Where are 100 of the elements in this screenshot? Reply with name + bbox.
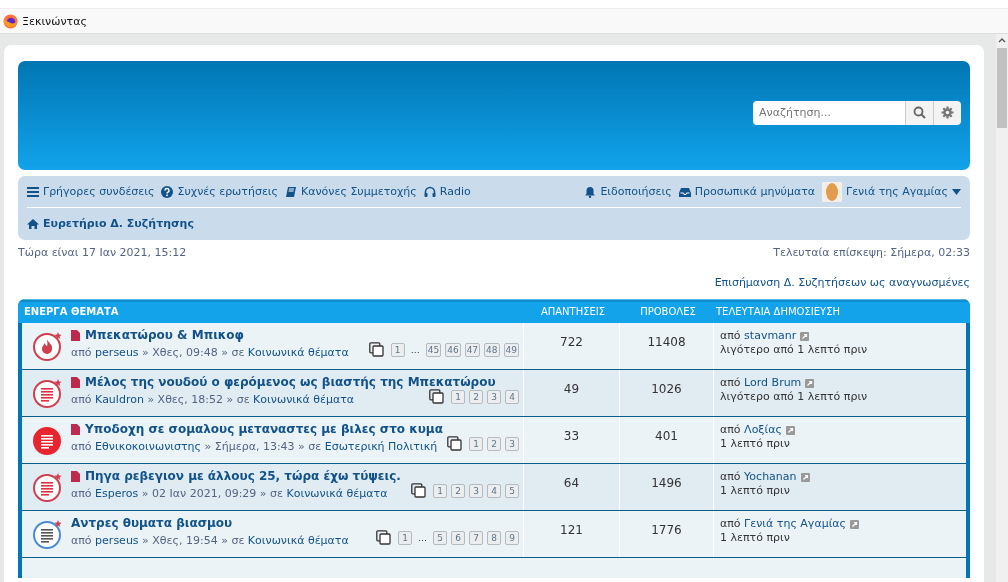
user-link[interactable]: Γενιά της Αγαμίας [744,517,847,530]
page-link[interactable]: 1 [390,342,405,357]
user-link[interactable]: Λοξίας [744,423,782,436]
user-menu[interactable]: Γενιά της Αγαμίας [822,181,961,202]
pages-icon [429,389,444,404]
page-link[interactable]: 6 [451,530,465,545]
page-link[interactable]: 5 [433,530,447,545]
settings-button[interactable] [933,100,961,125]
headphones-icon [423,185,436,198]
page-link[interactable]: 1 [451,389,465,404]
page-link[interactable]: 49 [503,342,519,357]
column-header: ΑΠΑΝΤΗΣΕΙΣ [539,305,607,317]
page-link[interactable]: 3 [469,483,483,498]
new-post-icon[interactable] [71,376,80,388]
topic-icon [32,471,64,503]
nav-link[interactable]: Προσωπικά μηνύματα [678,185,816,198]
page-link[interactable]: 2 [469,389,483,404]
search-field[interactable]: Αναζήτηση... [753,100,905,125]
meta-link[interactable]: Εθνικοκοινωνιστης [95,440,202,453]
goto-post-icon[interactable] [785,425,795,435]
pagination-ellipsis: … [409,344,421,355]
last-post-time: λιγότερο από 1 λεπτό πριν [720,390,868,403]
caret-icon [952,188,961,195]
replies-cell: 49 [524,370,620,416]
goto-post-icon[interactable] [850,519,860,529]
topic-title-link[interactable]: Υποδοχη σε σομαλους μεταναστες με βιλες στο κυμα [85,422,443,436]
page-link[interactable]: 4 [505,389,519,404]
nav-link[interactable]: Ειδοποιήσεις [584,185,672,198]
meta-link[interactable]: Κοινωνικά θέματα [286,487,388,500]
new-post-icon[interactable] [71,470,80,482]
page-link[interactable]: 46 [445,342,461,357]
topic-icon [32,518,64,550]
nav-link[interactable]: Γρήγορες συνδέσεις [27,185,155,198]
column-header: ΤΕΛΕΥΤΑΙΑ ΔΗΜΟΣΙΕΥΣΗ [715,305,841,317]
page-link[interactable]: 5 [505,483,519,498]
page-link[interactable]: 7 [469,530,483,545]
page-link[interactable]: 3 [505,436,519,451]
last-post-time: 1 λεπτό πριν [720,484,790,497]
settings-icon [941,106,954,119]
meta-link[interactable]: Εσωτερική Πολιτική [324,440,438,453]
pages-icon [411,483,426,498]
nav-link[interactable]: Κανόνες Συμμετοχής [285,185,417,198]
page-link[interactable]: 47 [464,342,481,357]
topic-meta: από Εθνικοκοινωνιστης » Σήμερα, 13:43 » σε Εσωτερική Πολιτική [71,440,438,453]
search-button[interactable] [905,100,933,125]
topic-title-link[interactable]: Μέλος της νουδού ο φερόμενος ως βιαστής της Μπεκατώρου [85,375,496,389]
last-post-time: 1 λεπτό πριν [720,437,790,450]
page-link[interactable]: 45 [425,342,442,357]
page-link[interactable]: 1 [469,436,483,451]
goto-post-icon[interactable] [800,331,810,341]
inbox-icon [678,185,691,198]
meta-link[interactable]: Κοινωνικά θέματα [247,346,349,359]
meta-link[interactable]: Κοινωνικά θέματα [247,534,349,547]
meta-link[interactable]: Κοινωνικά θέματα [253,393,355,406]
page-link[interactable]: 2 [451,483,465,498]
replies-cell: 722 [524,323,620,369]
page-link[interactable]: 3 [487,389,501,404]
replies-cell: 121 [524,511,620,557]
topic-title-link[interactable]: Πηγα ρεβεγιον με άλλους 25, τώρα έχω τύψεις. [85,469,401,483]
mark-read-link[interactable]: Επισήμανση Δ. Συζητήσεων ως αναγνωσμένες [714,276,970,289]
topic-icon [32,424,64,456]
last-post-author: από Yochanan [720,470,797,484]
last-post-time: 1 λεπτό πριν [720,531,790,544]
column-header: ΕΝΕΡΓΑ ΘΕΜΑΤΑ [23,305,120,317]
current-time: Τώρα είναι 17 Ιαν 2021, 15:12 [18,246,187,259]
topic-title-link[interactable]: Μπεκατώρου & Μπικοφ [85,328,244,342]
meta-link[interactable]: Kauldron [95,393,144,406]
page-link[interactable]: 1 [433,483,447,498]
meta-link[interactable]: Esperos [95,487,139,500]
user-link[interactable]: stavmanr [744,329,797,342]
views-cell: 1026 [620,370,714,416]
goto-post-icon[interactable] [805,378,815,388]
page-link[interactable]: 9 [505,530,519,545]
new-post-icon[interactable] [71,329,80,341]
new-post-icon[interactable] [71,423,80,435]
pages-icon [447,436,462,451]
bookmark[interactable]: Ξεκινώντας [3,13,87,29]
replies-cell: 33 [524,417,620,463]
meta-link[interactable]: perseus [95,534,139,547]
last-post-author: από Γενιά της Αγαμίας [720,517,847,531]
page-link[interactable]: 1 [398,530,412,545]
scrollbar-thumb[interactable] [997,48,1007,128]
user-link[interactable]: Lord Brum [744,376,802,389]
nav-link[interactable]: Radio [423,185,471,198]
page-link[interactable]: 8 [487,530,501,545]
last-visit: Τελευταία επίσκεψη: Σήμερα, 02:33 [773,246,970,259]
topic-title-link[interactable]: Αντρες θυματα βιασμου [71,516,233,530]
scrollbar[interactable] [996,34,1008,582]
bell-icon [584,185,597,198]
replies-cell: 64 [524,464,620,510]
page-link[interactable]: 4 [487,483,501,498]
meta-link[interactable]: perseus [95,346,139,359]
page-link[interactable]: 2 [487,436,501,451]
nav-link[interactable]: Συχνές ερωτήσεις [161,185,278,198]
goto-post-icon[interactable] [800,472,810,482]
last-post-author: από Lord Brum [720,376,802,390]
breadcrumb-link[interactable]: Ευρετήριο Δ. Συζήτησης [27,217,194,230]
views-cell: 401 [620,417,714,463]
user-link[interactable]: Yochanan [744,470,797,483]
page-link[interactable]: 48 [484,342,500,357]
